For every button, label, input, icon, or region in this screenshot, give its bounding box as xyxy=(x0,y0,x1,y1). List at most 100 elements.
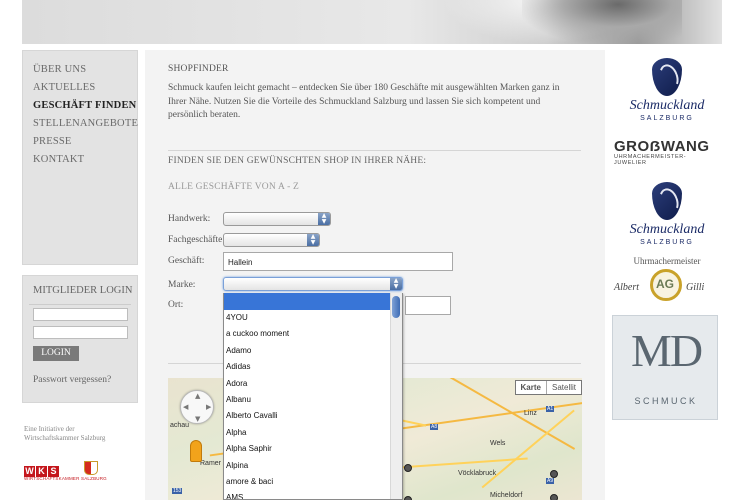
dropdown-scrollbar-thumb[interactable] xyxy=(392,296,400,318)
uhrmachermeister-text: Uhrmachermeister xyxy=(633,256,701,266)
map-badge-a1: A1 xyxy=(546,406,555,412)
md-letters: MD xyxy=(630,325,703,376)
fachgeschaefte-select[interactable]: ▲ ▼ xyxy=(223,233,320,247)
label-ort: Ort: xyxy=(168,300,184,310)
dropdown-option[interactable]: Adora xyxy=(224,376,402,392)
nav-item-stellenangebote[interactable]: STELLENANGEBOTE xyxy=(33,115,138,133)
chevron-updown-icon: ▲ ▼ xyxy=(390,278,402,290)
pan-left-icon[interactable]: ◀ xyxy=(183,403,188,411)
albert-text: Albert xyxy=(614,282,639,293)
geschaeft-input[interactable]: Hallein xyxy=(223,252,453,271)
member-login-panel: MITGLIEDER LOGIN LOGIN Passwort vergesse… xyxy=(22,275,138,403)
forgot-password-link[interactable]: Passwort vergessen? xyxy=(33,375,111,385)
shop-marker-pin[interactable] xyxy=(404,496,412,500)
ag-monogram-icon: AG xyxy=(650,269,682,301)
map-town-achau: achau xyxy=(170,422,190,429)
dropdown-option[interactable]: Alpina xyxy=(224,458,402,474)
street-view-pegman-icon[interactable] xyxy=(190,440,202,462)
dropdown-option[interactable]: Alberto Cavalli xyxy=(224,408,402,424)
dropdown-option[interactable]: Alpha xyxy=(224,425,402,441)
handwerk-select[interactable]: ▲ ▼ xyxy=(223,212,331,226)
schmuckland-logo-2[interactable]: Schmuckland SALZBURG xyxy=(612,182,722,252)
wks-logo[interactable]: WKS WIRTSCHAFTSKAMMER SALZBURG xyxy=(24,461,107,483)
schmuckland-gem-icon xyxy=(652,58,682,96)
map-town-linz: Linz xyxy=(524,410,537,417)
shop-marker-pin[interactable] xyxy=(550,470,558,478)
initiative-note: Eine Initiative der Wirtschaftskammer Sa… xyxy=(24,425,106,442)
dropdown-option[interactable]: Alpha Saphir xyxy=(224,441,402,457)
nav-item-kontakt[interactable]: KONTAKT xyxy=(33,151,137,169)
intro-text: Schmuck kaufen leicht gemacht – entdecke… xyxy=(168,83,560,120)
map-town-voecklabruck: Vöcklabruck xyxy=(458,470,497,477)
label-marke: Marke: xyxy=(168,280,196,290)
map-badge-a8: A8 xyxy=(430,424,439,430)
dropdown-option[interactable]: Adidas xyxy=(224,359,402,375)
pan-right-icon[interactable]: ▶ xyxy=(206,403,211,411)
main-nav: ÜBER UNS AKTUELLES GESCHÄFT FINDEN STELL… xyxy=(23,51,138,169)
dropdown-option[interactable]: Adamo xyxy=(224,343,402,359)
brand-logo-column: Schmuckland SALZBURG GROẞWANG UHRMACHERM… xyxy=(612,50,727,500)
login-password-input[interactable] xyxy=(33,326,128,339)
map-badge-a9: A9 xyxy=(546,478,555,484)
md-subtitle: SCHMUCK xyxy=(634,396,698,406)
dropdown-option[interactable]: Albanu xyxy=(224,392,402,408)
dropdown-option[interactable]: a cuckoo moment xyxy=(224,326,402,342)
shop-marker-pin[interactable] xyxy=(404,464,412,472)
grosswang-name: GROẞWANG xyxy=(614,138,710,155)
schmuckland-gem-icon xyxy=(652,182,682,220)
chevron-updown-icon: ▲ ▼ xyxy=(318,213,330,225)
nav-item-ueber-uns[interactable]: ÜBER UNS xyxy=(33,61,137,79)
login-divider xyxy=(29,304,131,305)
pan-up-icon[interactable]: ▲ xyxy=(195,392,200,400)
label-handwerk: Handwerk: xyxy=(168,214,211,224)
marke-dropdown-list[interactable]: 4YOU a cuckoo moment Adamo Adidas Adora … xyxy=(223,293,403,500)
schmuckland-name: Schmuckland xyxy=(629,98,705,113)
schmuckland-city: SALZBURG xyxy=(640,115,694,122)
login-title: MITGLIEDER LOGIN xyxy=(33,285,133,296)
map-type-satellit-button[interactable]: Satellit xyxy=(547,381,581,394)
schmuckland-name: Schmuckland xyxy=(629,222,705,237)
md-schmuck-logo[interactable]: MD SCHMUCK xyxy=(612,315,718,420)
grosswang-logo[interactable]: GROẞWANG UHRMACHERMEISTER-JUWELIER xyxy=(614,138,714,166)
pan-down-icon[interactable]: ▼ xyxy=(195,415,200,423)
ag-monogram: AG xyxy=(656,277,674,291)
label-fachgeschaefte: Fachgeschäfte: xyxy=(168,235,225,245)
find-heading: FINDEN SIE DEN GEWÜNSCHTEN SHOP IN IHRER… xyxy=(168,156,427,166)
login-username-input[interactable] xyxy=(33,308,128,321)
marke-select[interactable]: ▲ ▼ xyxy=(223,277,403,291)
banner-model-shade xyxy=(522,0,682,44)
page-title: SHOPFINDER xyxy=(168,64,229,74)
dropdown-scrollbar[interactable] xyxy=(390,293,402,499)
header-banner-image xyxy=(22,0,722,44)
grosswang-subtitle: UHRMACHERMEISTER-JUWELIER xyxy=(614,154,687,166)
map-badge-153: 153 xyxy=(172,488,183,494)
nav-item-aktuelles[interactable]: AKTUELLES xyxy=(33,79,137,97)
map-type-karte-button[interactable]: Karte xyxy=(516,381,547,394)
wks-subtitle: WIRTSCHAFTSKAMMER SALZBURG xyxy=(24,476,107,481)
dropdown-option-empty-selected[interactable] xyxy=(224,293,402,310)
label-geschaeft: Geschäft: xyxy=(168,256,205,266)
salzburg-crest-icon xyxy=(84,461,98,475)
map-town-micheldorf: Micheldorf xyxy=(490,492,523,499)
dropdown-option[interactable]: amore & baci xyxy=(224,474,402,490)
login-button[interactable]: LOGIN xyxy=(33,346,79,361)
map-town-wels: Wels xyxy=(490,440,506,447)
map-town-ramer: Ramer xyxy=(200,460,222,467)
map-type-control: Karte Satellit xyxy=(514,380,582,395)
left-navigation-panel: ÜBER UNS AKTUELLES GESCHÄFT FINDEN STELL… xyxy=(22,50,138,265)
all-shops-link[interactable]: ALLE GESCHÄFTE VON A - Z xyxy=(168,182,299,192)
nav-item-geschaeft-finden[interactable]: GESCHÄFT FINDEN xyxy=(33,97,137,115)
chevron-updown-icon: ▲ ▼ xyxy=(307,234,319,246)
divider-top xyxy=(168,150,581,151)
ort-input[interactable] xyxy=(405,296,451,315)
schmuckland-city: SALZBURG xyxy=(640,239,694,246)
dropdown-option[interactable]: 4YOU xyxy=(224,310,402,326)
schmuckland-logo[interactable]: Schmuckland SALZBURG xyxy=(612,58,722,128)
nav-item-presse[interactable]: PRESSE xyxy=(33,133,137,151)
shop-marker-pin[interactable] xyxy=(550,494,558,500)
dropdown-option[interactable]: AMS xyxy=(224,490,402,499)
map-pan-control[interactable]: ▲ ▼ ◀ ▶ xyxy=(180,390,214,424)
albert-gilli-logo[interactable]: Uhrmachermeister AG Albert Gilli xyxy=(612,256,722,308)
gilli-text: Gilli xyxy=(686,282,705,293)
marke-options: 4YOU a cuckoo moment Adamo Adidas Adora … xyxy=(224,310,402,499)
